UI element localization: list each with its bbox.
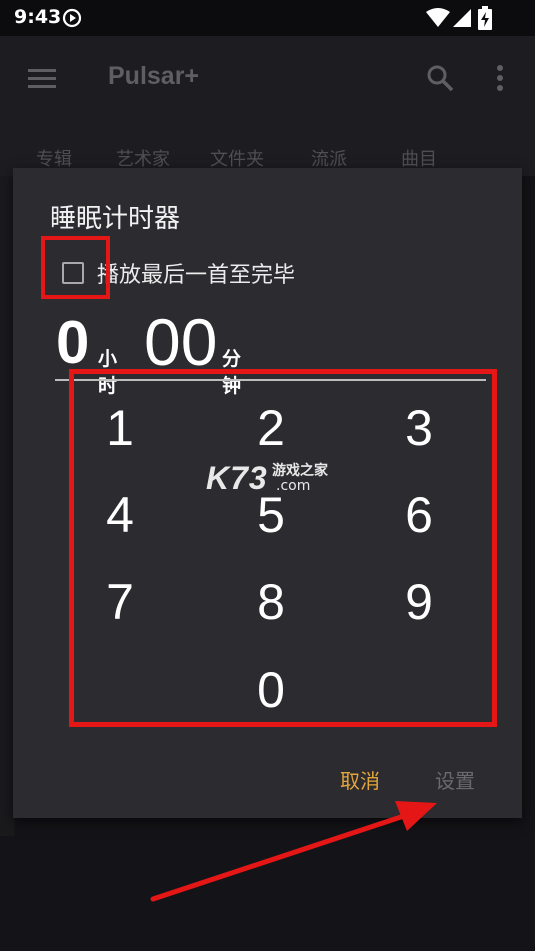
annotation-arrow-icon: [150, 801, 437, 902]
app-title: Pulsar+: [108, 62, 200, 90]
checkbox-label[interactable]: 播放最后一首至完毕: [97, 257, 295, 289]
annotation-box-keypad: [69, 369, 497, 727]
annotation-box-checkbox: [41, 236, 110, 299]
wifi-icon: [426, 8, 450, 32]
menu-icon[interactable]: [28, 68, 56, 94]
dialog-title: 睡眠计时器: [50, 204, 181, 234]
search-icon[interactable]: [426, 64, 454, 96]
more-options-icon[interactable]: [496, 64, 504, 96]
background-list: [0, 176, 14, 836]
hours-value: 0: [56, 309, 90, 376]
status-bar: 9:43: [0, 0, 535, 36]
media-playing-icon: [62, 8, 82, 32]
status-time: 9:43: [14, 6, 62, 28]
app-bar: Pulsar+ 专辑 艺术家 文件夹 流派 曲目: [0, 36, 535, 176]
set-button[interactable]: 设置: [435, 765, 475, 794]
battery-charging-icon: [478, 6, 492, 34]
cancel-button[interactable]: 取消: [340, 765, 380, 794]
signal-icon: [452, 8, 472, 32]
